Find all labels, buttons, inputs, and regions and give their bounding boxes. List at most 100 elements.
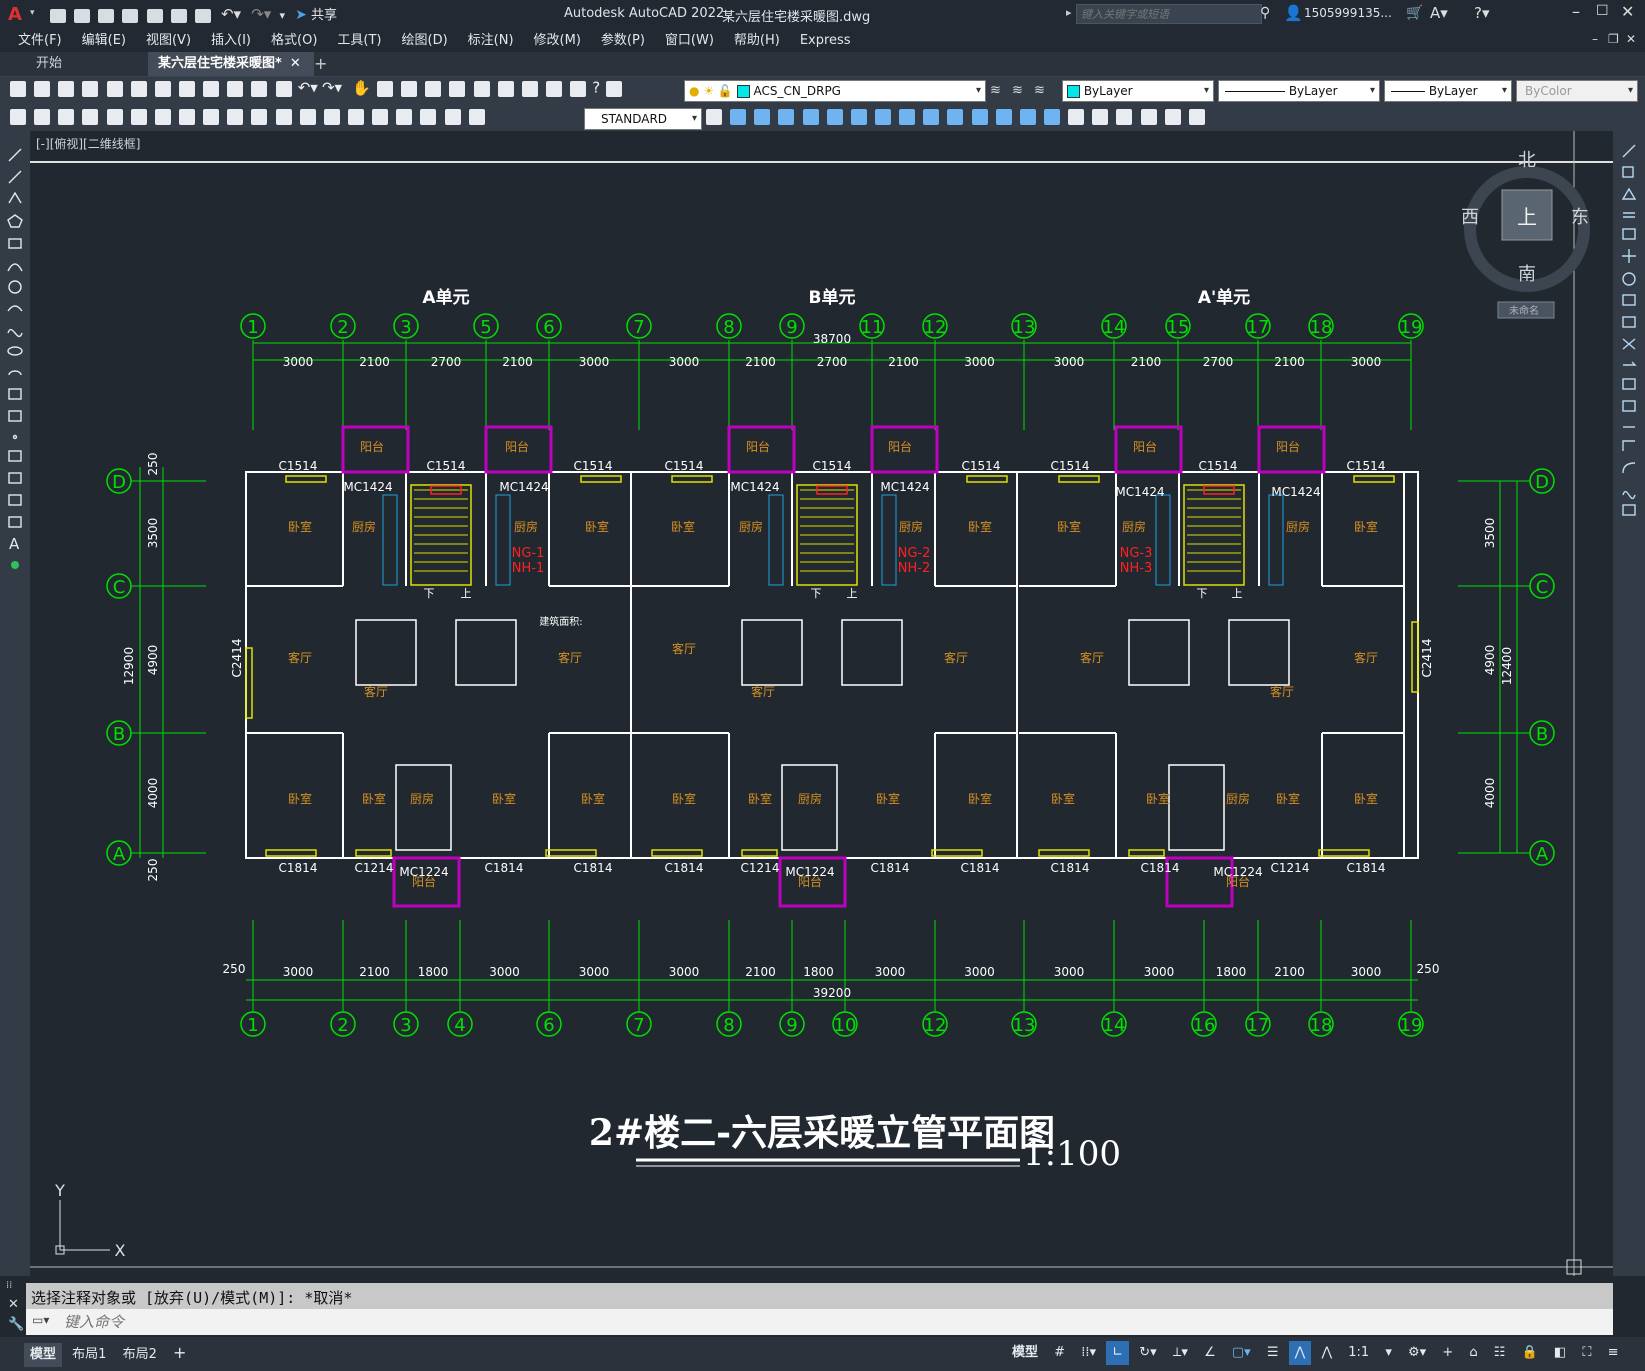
auto-scale-icon[interactable]: ⋀	[1315, 1341, 1338, 1365]
autodesk-app-icon[interactable]: A▾	[1430, 4, 1448, 22]
lineweight-icon[interactable]: ☰	[1261, 1341, 1285, 1365]
rectangle-icon[interactable]	[8, 238, 22, 249]
dimstyle-dropdown[interactable]: STANDARD ▾	[584, 108, 702, 130]
autocad-logo-icon[interactable]: A	[8, 4, 22, 25]
undo-icon[interactable]: ↶▾	[221, 5, 241, 23]
share-icon[interactable]: ➤	[295, 7, 307, 23]
share-button[interactable]: 共享	[311, 8, 337, 23]
layer-properties-icon[interactable]	[606, 81, 623, 97]
properties-icon[interactable]	[449, 81, 466, 97]
layer-previous-icon[interactable]: ≋	[1012, 83, 1023, 98]
qnew-icon[interactable]	[10, 81, 26, 97]
open-icon[interactable]	[74, 8, 91, 23]
menu-item-7[interactable]: 标注(N)	[458, 30, 524, 52]
menu-item-0[interactable]: 文件(F)	[8, 30, 72, 52]
menu-item-6[interactable]: 绘图(D)	[392, 30, 458, 52]
command-input-bar[interactable]: ▭▾	[26, 1309, 1613, 1335]
tab-layout2[interactable]: 布局2	[117, 1343, 163, 1367]
erase-icon[interactable]	[1622, 144, 1636, 158]
grid-icon[interactable]: #	[1048, 1341, 1071, 1365]
save-icon[interactable]	[98, 8, 115, 23]
array-icon[interactable]	[1622, 228, 1636, 240]
3d-print-icon[interactable]	[154, 81, 171, 97]
app-menu-dropdown-icon[interactable]: ▾	[30, 8, 35, 18]
command-input[interactable]	[62, 1311, 1606, 1333]
design-center-icon[interactable]	[473, 81, 490, 97]
trim-icon[interactable]	[1622, 338, 1636, 350]
zoom-window-icon[interactable]	[401, 81, 418, 97]
explode-icon[interactable]	[1622, 504, 1636, 516]
view-iso-nw-icon[interactable]	[947, 109, 964, 125]
menu-item-4[interactable]: 格式(O)	[261, 30, 327, 52]
dim-text-edit-icon[interactable]	[444, 109, 461, 125]
layer-freeze-icon[interactable]: ☀	[703, 84, 714, 98]
tb-help-icon[interactable]: ?	[592, 79, 600, 97]
workspace-gear-icon[interactable]: ⚙▾	[1402, 1341, 1432, 1365]
plot-icon[interactable]	[194, 8, 211, 23]
tb-redo-icon[interactable]: ↷▾	[322, 79, 342, 97]
tab-layout1[interactable]: 布局1	[66, 1343, 112, 1367]
break-icon[interactable]	[1622, 400, 1636, 412]
menu-item-1[interactable]: 编辑(E)	[72, 30, 136, 52]
dim-space-icon[interactable]	[275, 109, 292, 125]
walk-icon[interactable]	[1164, 109, 1181, 125]
doc-minimize-icon[interactable]: –	[1592, 32, 1598, 46]
floor-plan-drawing[interactable]: 上北南东西未命名YXA单元 B单元 A'单元1 2 3 5 6 7 8 9 11 12 13 14 15 17…	[30, 131, 1613, 1276]
redo-icon[interactable]: ↷▾	[251, 5, 271, 23]
inspect-icon[interactable]	[372, 109, 389, 125]
ucs-icon[interactable]	[971, 109, 988, 125]
menu-item-2[interactable]: 视图(V)	[136, 30, 201, 52]
osnap-track-icon[interactable]: ∠	[1198, 1341, 1222, 1365]
table-icon[interactable]	[8, 516, 22, 528]
cmd-recent-icon[interactable]: ▭▾	[32, 1313, 49, 1327]
user-icon[interactable]: 👤	[1284, 4, 1303, 22]
view-right-icon[interactable]	[802, 109, 819, 125]
layer-dropdown[interactable]: ● ☀ 🔓 ACS_CN_DRPG ▾	[684, 80, 986, 102]
dim-update-icon[interactable]	[468, 109, 485, 125]
pan-icon[interactable]: ✋	[352, 79, 371, 97]
region-icon[interactable]	[8, 494, 22, 506]
open-file-icon[interactable]	[34, 81, 51, 97]
ellipse-icon[interactable]	[7, 346, 23, 356]
mtext-icon[interactable]: A	[9, 535, 20, 553]
menu-item-8[interactable]: 修改(M)	[524, 30, 591, 52]
doc-restore-icon[interactable]: ❐	[1608, 32, 1619, 46]
sheet-set-icon[interactable]	[521, 81, 538, 97]
menu-item-10[interactable]: 窗口(W)	[655, 30, 724, 52]
cmd-customize-icon[interactable]: 🔧	[8, 1317, 24, 1332]
ellipse-arc-icon[interactable]	[8, 370, 22, 376]
polygon-icon[interactable]	[7, 214, 23, 228]
lineweight-dropdown[interactable]: ByLayer ▾	[1384, 80, 1512, 102]
color-dropdown[interactable]: ByLayer ▾	[1062, 80, 1214, 102]
view-iso-se-icon[interactable]	[899, 109, 916, 125]
block-editor-icon[interactable]	[275, 81, 292, 97]
break-point-icon[interactable]	[1622, 378, 1636, 390]
view-left-icon[interactable]	[778, 109, 795, 125]
make-block-icon[interactable]	[8, 410, 22, 422]
doc-close-icon[interactable]: ✕	[1626, 32, 1636, 46]
circle-icon[interactable]	[8, 280, 22, 294]
revcloud-icon[interactable]	[7, 305, 23, 312]
maximize-icon[interactable]: ☐	[1596, 3, 1609, 19]
polyline-icon[interactable]	[8, 191, 22, 204]
hatch-icon[interactable]	[8, 450, 22, 462]
markup-icon[interactable]	[546, 81, 562, 97]
plotstyle-dropdown[interactable]: ByColor ▾	[1516, 80, 1638, 102]
lock-ui-icon[interactable]: 🔒	[1516, 1341, 1544, 1365]
quick-properties-icon[interactable]: ☷	[1488, 1341, 1512, 1365]
drawing-canvas[interactable]: 上北南东西未命名 Y X A单元 B单元 A'单元 1 2 3 5 6 7 8 9 11 12 13 14 15 17…	[30, 131, 1613, 1276]
cut-icon[interactable]	[178, 81, 195, 97]
view-iso-ne-icon[interactable]	[923, 109, 940, 125]
print-icon[interactable]	[82, 81, 99, 97]
annotation-scale-value[interactable]: 1:1	[1342, 1341, 1375, 1365]
paste-icon[interactable]	[227, 81, 244, 97]
dim-linear-icon[interactable]	[10, 109, 26, 125]
stretch-icon[interactable]	[1622, 316, 1636, 328]
add-layout-icon[interactable]: +	[167, 1341, 192, 1365]
copy-icon[interactable]	[203, 81, 220, 97]
center-mark-icon[interactable]	[347, 109, 364, 125]
tab-close-icon[interactable]: ✕	[290, 56, 301, 71]
dim-jogged-icon[interactable]	[130, 109, 147, 125]
orbit-icon[interactable]	[1140, 109, 1157, 125]
menu-item-3[interactable]: 插入(I)	[201, 30, 261, 52]
